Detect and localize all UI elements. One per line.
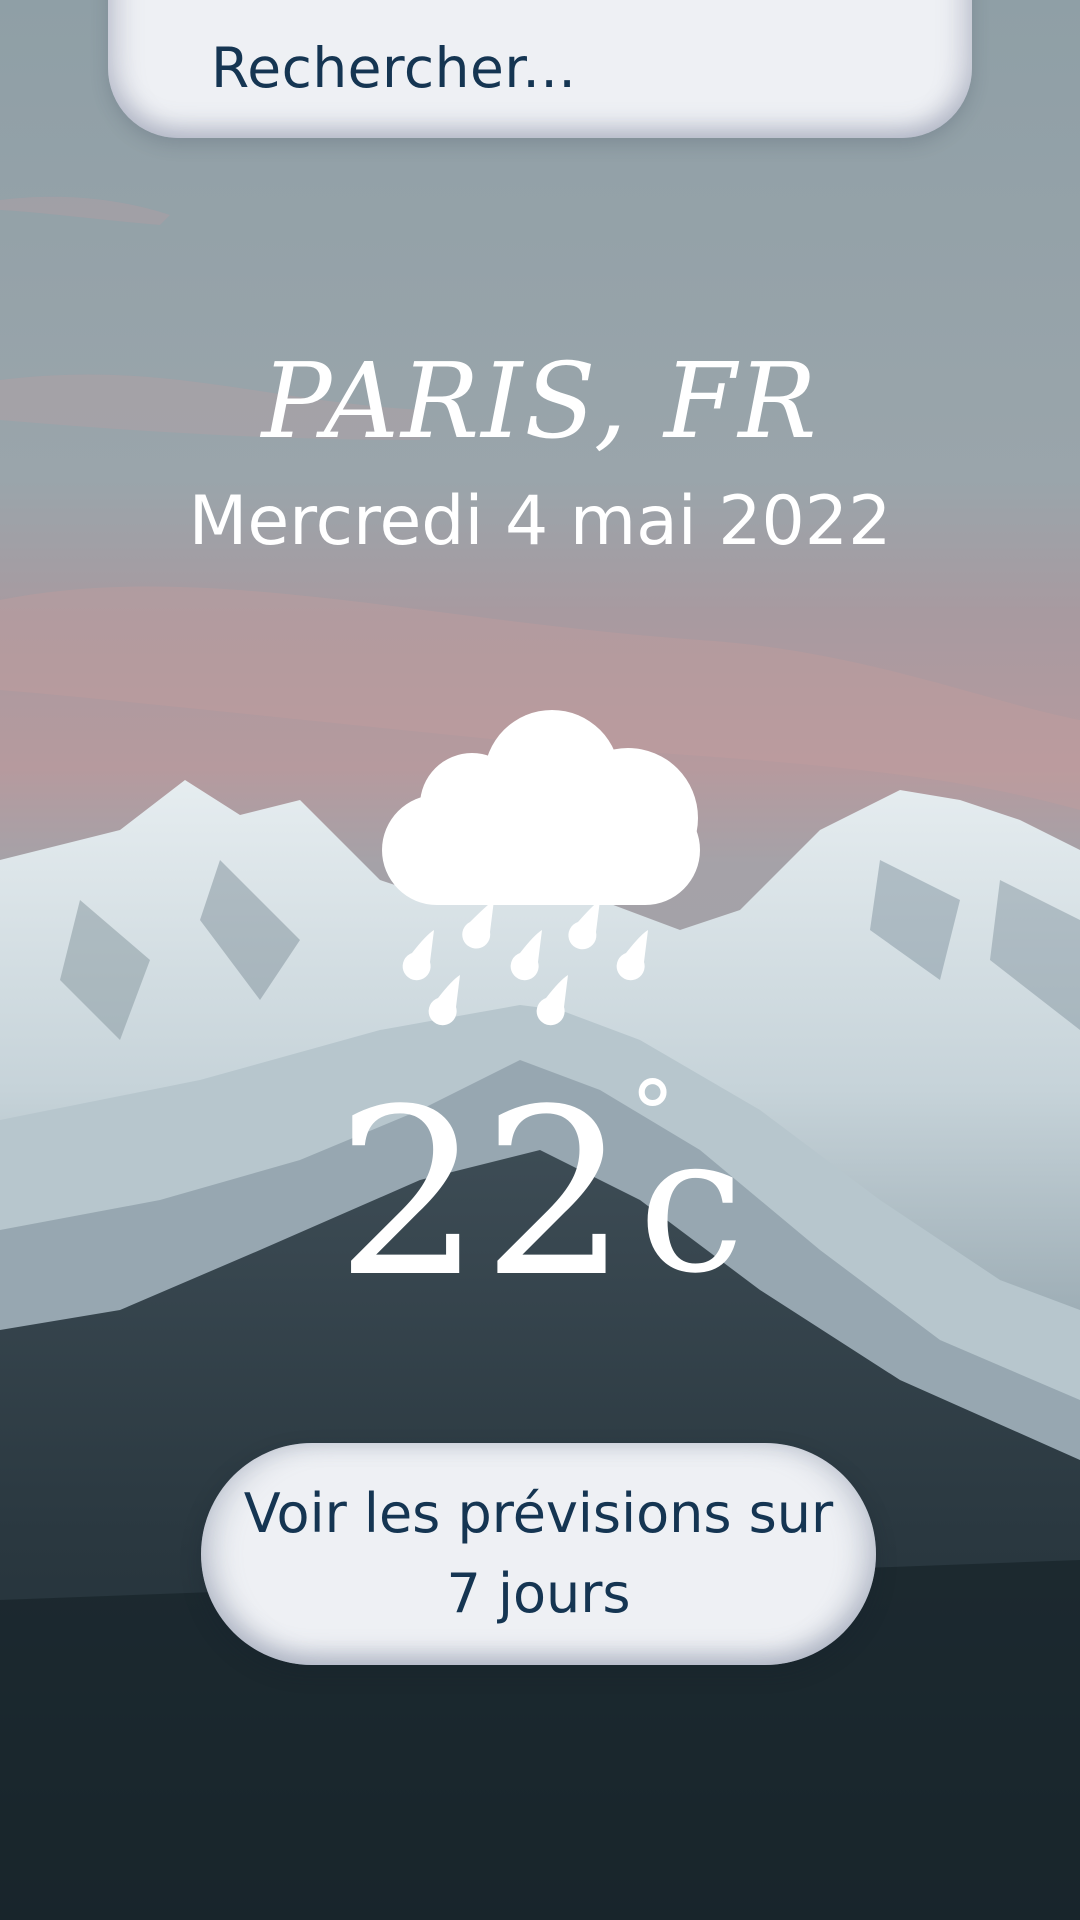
degree-symbol: ° [630, 1062, 676, 1167]
search-input[interactable]: Rechercher... [211, 36, 576, 100]
cloud-rain-icon [382, 710, 700, 1026]
forecast-button-label: Voir les prévisions sur 7 jours [243, 1482, 834, 1625]
temperature-display: 22 ° c [0, 1061, 1080, 1328]
date-label: Mercredi 4 mai 2022 [188, 482, 892, 561]
city-title: PARIS, FR [261, 340, 819, 462]
temperature-value: 22 [335, 1061, 629, 1328]
forecast-7-days-button[interactable]: Voir les prévisions sur 7 jours [201, 1443, 876, 1665]
search-bar[interactable]: Rechercher... [108, 0, 972, 138]
temperature-unit: ° c [630, 1070, 744, 1300]
